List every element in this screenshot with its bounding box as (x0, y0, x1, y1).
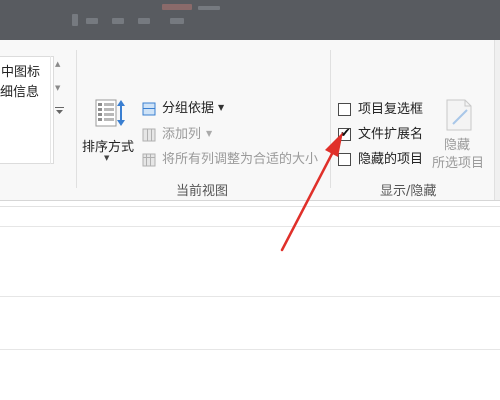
annotation-arrow-icon (280, 132, 343, 252)
